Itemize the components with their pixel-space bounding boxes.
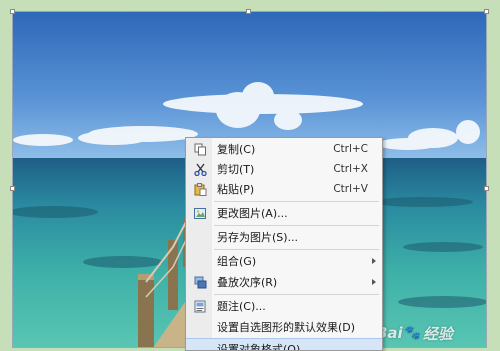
menu-item-shortcut: Ctrl+C — [333, 143, 368, 155]
menu-item-paste[interactable]: 粘贴(P) Ctrl+V — [186, 179, 382, 199]
paw-icon: 🐾 — [404, 325, 421, 341]
menu-item-label: 复制(C) — [217, 143, 256, 156]
menu-item-label: 剪切(T) — [217, 163, 255, 176]
menu-separator — [214, 249, 379, 250]
context-menu: 复制(C) Ctrl+C 剪切(T) Ctrl+X 粘贴(P) Ctrl+V 更… — [185, 137, 383, 351]
change-picture-icon — [193, 206, 207, 220]
menu-item-set-default-autoshape-effect[interactable]: 设置自选图形的默认效果(D) — [186, 317, 382, 337]
menu-item-label: 另存为图片(S)... — [217, 231, 299, 244]
watermark-brand-right: 经验 — [422, 324, 453, 343]
menu-separator — [214, 201, 379, 202]
baidu-jingyan-watermark: Bai 🐾 经验 — [376, 322, 453, 344]
menu-item-shortcut: Ctrl+V — [333, 183, 368, 195]
scissors-icon — [193, 162, 207, 176]
resize-handle-right[interactable] — [484, 186, 489, 191]
menu-item-format-object[interactable]: 设置对象格式(O)... — [186, 338, 382, 351]
menu-separator — [214, 294, 379, 295]
menu-item-label: 题注(C)... — [217, 300, 266, 313]
menu-item-stack-order[interactable]: 叠放次序(R) — [186, 272, 382, 292]
menu-item-save-as-picture[interactable]: 另存为图片(S)... — [186, 227, 382, 247]
menu-item-caption[interactable]: 题注(C)... — [186, 296, 382, 316]
submenu-arrow-icon — [372, 279, 376, 285]
resize-handle-top-right[interactable] — [484, 9, 489, 14]
stack-order-icon — [193, 275, 207, 289]
menu-item-copy[interactable]: 复制(C) Ctrl+C — [186, 139, 382, 159]
menu-item-shortcut: Ctrl+X — [333, 163, 368, 175]
menu-item-label: 粘贴(P) — [217, 183, 255, 196]
resize-handle-top[interactable] — [246, 9, 251, 14]
menu-separator — [214, 225, 379, 226]
menu-item-group[interactable]: 组合(G) — [186, 251, 382, 271]
caption-icon — [193, 299, 207, 313]
submenu-arrow-icon — [372, 258, 376, 264]
menu-item-label: 设置对象格式(O)... — [217, 342, 311, 351]
menu-item-label: 叠放次序(R) — [217, 276, 278, 289]
resize-handle-left[interactable] — [10, 186, 15, 191]
menu-item-label: 更改图片(A)... — [217, 207, 288, 220]
menu-item-label: 组合(G) — [217, 255, 257, 268]
resize-handle-top-left[interactable] — [10, 9, 15, 14]
menu-item-cut[interactable]: 剪切(T) Ctrl+X — [186, 159, 382, 179]
copy-icon — [193, 142, 207, 156]
menu-item-label: 设置自选图形的默认效果(D) — [217, 321, 356, 334]
paste-icon — [193, 182, 207, 196]
menu-item-change-picture[interactable]: 更改图片(A)... — [186, 203, 382, 223]
